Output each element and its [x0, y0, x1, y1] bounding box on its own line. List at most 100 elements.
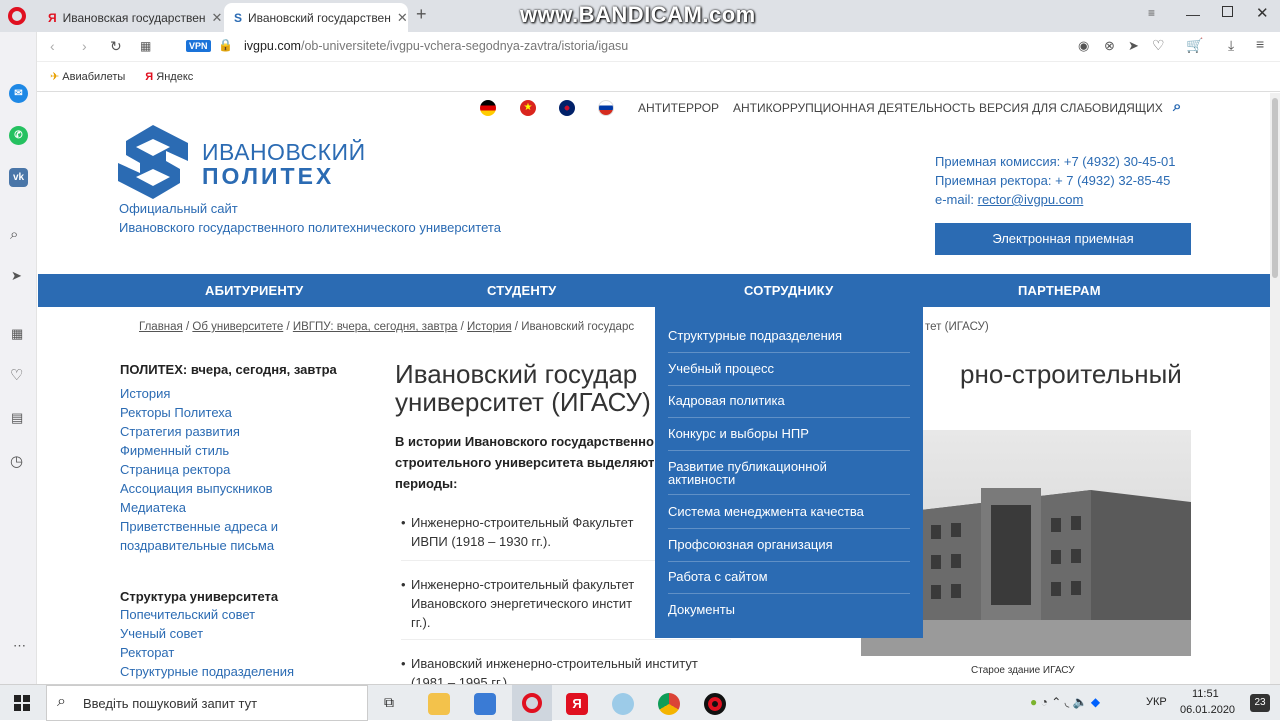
sidebar-item-rectors[interactable]: Ректоры Политеха: [120, 403, 278, 422]
anticorruption-link[interactable]: АНТИКОРРУПЦИОННАЯ ДЕЯТЕЛЬНОСТЬ: [733, 101, 975, 115]
send-icon[interactable]: ➤: [1128, 38, 1139, 54]
task-view-icon[interactable]: ⧉: [384, 694, 394, 711]
flag-uk-icon[interactable]: [559, 100, 575, 116]
url-field[interactable]: ivgpu.com/ob-universitete/ivgpu-vchera-s…: [244, 39, 628, 53]
new-tab-icon[interactable]: +: [416, 4, 427, 25]
news-icon[interactable]: ▤: [11, 410, 23, 426]
sidebar-item-greetings[interactable]: Приветственные адреса и: [120, 517, 278, 536]
menu-icon[interactable]: ≡: [1256, 36, 1264, 52]
page-title-b: рно-строительный: [960, 359, 1182, 389]
paint-icon[interactable]: [612, 693, 634, 715]
vpn-badge[interactable]: VPN: [186, 40, 211, 52]
nav-partners[interactable]: ПАРТНЕРАМ: [1018, 283, 1101, 298]
email-link[interactable]: rector@ivgpu.com: [978, 192, 1084, 207]
search-icon[interactable]: ⌕: [1173, 98, 1181, 115]
search-icon[interactable]: ⌕: [10, 226, 18, 243]
messenger-icon[interactable]: ✉: [9, 84, 28, 103]
sidebar-item-alumni[interactable]: Ассоциация выпускников: [120, 479, 278, 498]
tabs-grid-icon[interactable]: ▦: [140, 39, 151, 53]
adblock-icon[interactable]: ⊗: [1104, 38, 1115, 54]
language-indicator[interactable]: УКР: [1146, 696, 1167, 708]
menu-item-union[interactable]: Профсоюзная организация: [668, 538, 910, 562]
chrome-icon[interactable]: [658, 693, 680, 715]
flag-vn-icon[interactable]: ★: [520, 100, 536, 116]
network-icon[interactable]: ◔: [1041, 695, 1048, 709]
chevron-up-icon[interactable]: ⌃: [1051, 695, 1061, 709]
more-icon[interactable]: ⋯: [13, 638, 26, 654]
opera-taskbar-icon[interactable]: [512, 685, 552, 721]
nav-applicants[interactable]: АБИТУРИЕНТУ: [205, 283, 303, 298]
taskbar-search[interactable]: ⌕ Введіть пошуковий запит тут: [46, 685, 368, 721]
breadcrumb-ivgpu[interactable]: ИВГПУ: вчера, сегодня, завтра: [293, 321, 458, 333]
scrollbar-thumb[interactable]: [1272, 98, 1278, 278]
start-icon[interactable]: [14, 695, 30, 711]
nav-students[interactable]: СТУДЕНТУ: [487, 283, 556, 298]
breadcrumb-home[interactable]: Главная: [139, 321, 183, 333]
file-explorer-icon[interactable]: [428, 693, 450, 715]
menu-item-elections[interactable]: Конкурс и выборы НПР: [668, 427, 910, 451]
sidebar-item-media[interactable]: Медиатека: [120, 498, 278, 517]
accessibility-link[interactable]: ВЕРСИЯ ДЛЯ СЛАБОВИДЯЩИХ: [979, 101, 1163, 115]
close-tab-icon[interactable]: ✕: [397, 10, 408, 26]
notification-badge[interactable]: 23: [1250, 694, 1270, 712]
breadcrumb-about[interactable]: Об университете: [192, 321, 283, 333]
bandicam-icon[interactable]: [704, 693, 726, 715]
page-scrollbar[interactable]: [1270, 93, 1280, 684]
menu-item-site-work[interactable]: Работа с сайтом: [668, 570, 910, 594]
clock-time[interactable]: 11:51: [1192, 688, 1219, 700]
minimize-icon[interactable]: —: [1186, 6, 1200, 22]
nav-staff[interactable]: СОТРУДНИКУ: [744, 283, 833, 298]
wifi-icon[interactable]: ◟: [1065, 695, 1070, 709]
sidebar-item-brand[interactable]: Фирменный стиль: [120, 441, 278, 460]
store-icon[interactable]: [474, 693, 496, 715]
antiterror-link[interactable]: АНТИТЕРРОР: [638, 101, 719, 115]
opera-logo-icon[interactable]: [8, 7, 26, 25]
menu-item-publications[interactable]: Развитие публикационной активности: [668, 460, 910, 495]
flag-ru-icon[interactable]: [598, 100, 614, 116]
close-tab-icon[interactable]: ✕: [212, 10, 223, 26]
reception-button[interactable]: Электронная приемная: [935, 223, 1191, 255]
maximize-icon[interactable]: [1222, 6, 1233, 17]
menu-item-quality[interactable]: Система менеджмента качества: [668, 505, 910, 529]
heart-icon[interactable]: ♡: [1152, 37, 1165, 54]
cart-icon[interactable]: 🛒: [1186, 37, 1203, 54]
clock-date[interactable]: 06.01.2020: [1180, 704, 1235, 716]
breadcrumb-history[interactable]: История: [467, 321, 512, 333]
sidebar-item-departments[interactable]: Структурные подразделения: [120, 662, 294, 681]
bookmarks-heart-icon[interactable]: ♡: [10, 366, 23, 384]
menu-item-education[interactable]: Учебный процесс: [668, 362, 910, 386]
sidebar-item-history[interactable]: История: [120, 384, 278, 403]
send-icon[interactable]: ➤: [11, 268, 22, 284]
reload-icon[interactable]: ↻: [110, 38, 122, 55]
flag-de-icon[interactable]: [480, 100, 496, 116]
menu-item-departments[interactable]: Структурные подразделения: [668, 329, 910, 353]
logo-icon[interactable]: [118, 125, 188, 199]
menu-item-documents[interactable]: Документы: [668, 603, 910, 627]
sidebar-item-strategy[interactable]: Стратегия развития: [120, 422, 278, 441]
sidebar-item-rector-page[interactable]: Страница ректора: [120, 460, 278, 479]
close-window-icon[interactable]: ✕: [1256, 4, 1269, 22]
tray-green-icon[interactable]: ●: [1030, 695, 1037, 709]
tab-2[interactable]: S Ивановский государствен ✕: [224, 3, 408, 32]
tab-menu-icon[interactable]: ≡: [1148, 6, 1155, 20]
speed-dial-icon[interactable]: ▦: [11, 326, 23, 342]
forward-icon[interactable]: ›: [82, 38, 87, 54]
bookmark-aviatickets[interactable]: ✈ Авиабилеты: [50, 70, 125, 83]
vk-icon[interactable]: vk: [9, 168, 28, 187]
volume-icon[interactable]: 🔈: [1073, 695, 1088, 709]
dropbox-icon[interactable]: ◆: [1091, 695, 1100, 709]
menu-item-hr[interactable]: Кадровая политика: [668, 394, 910, 418]
history-icon[interactable]: ◷: [10, 452, 23, 470]
whatsapp-icon[interactable]: ✆: [9, 126, 28, 145]
back-icon[interactable]: ‹: [50, 38, 55, 54]
sidebar-item-greetings-2[interactable]: поздравительные письма: [120, 536, 278, 555]
yandex-browser-icon[interactable]: Я: [566, 693, 588, 715]
download-icon[interactable]: ⤓: [1228, 37, 1234, 54]
sidebar-item-rectorate[interactable]: Ректорат: [120, 643, 294, 662]
camera-icon[interactable]: ◉: [1078, 38, 1089, 54]
sidebar-item-trustees[interactable]: Попечительский совет: [120, 605, 294, 624]
bookmark-yandex[interactable]: Я Яндекс: [145, 71, 193, 83]
tab-1[interactable]: Я Ивановская государствен ✕: [38, 3, 222, 32]
sidebar-item-council[interactable]: Ученый совет: [120, 624, 294, 643]
bandicam-watermark: www.BANDICAM.com: [520, 2, 756, 27]
